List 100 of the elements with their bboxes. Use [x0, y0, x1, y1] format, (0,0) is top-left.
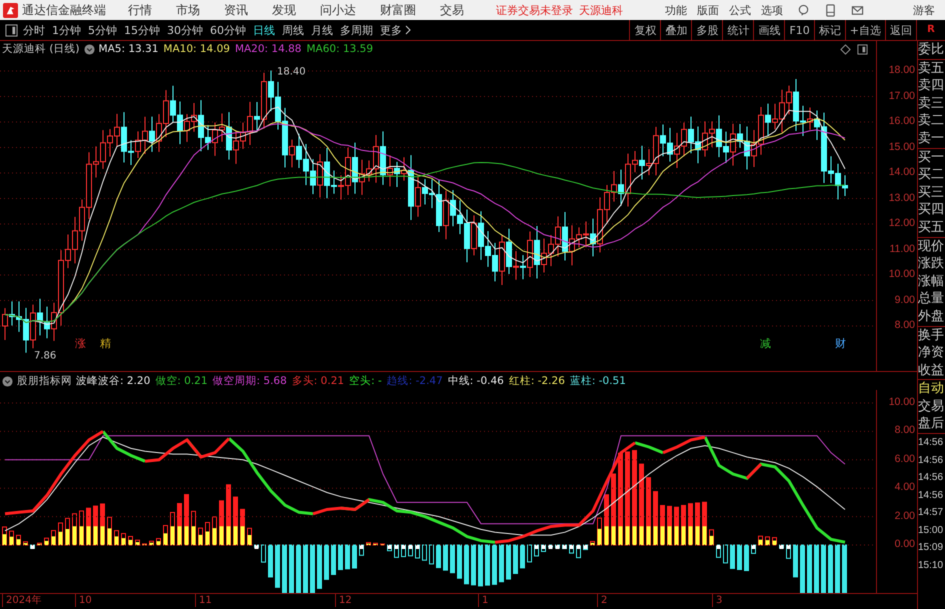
indicator-axis-label: 10.00 — [888, 396, 915, 408]
date-axis-label: 12 — [335, 594, 352, 607]
stock-name: 天源迪科 — [579, 2, 623, 18]
period-tab[interactable]: 月线 — [311, 22, 333, 38]
period-tab[interactable]: 5分钟 — [88, 22, 117, 38]
app-name: 通达信金融终端 — [22, 2, 106, 18]
menu-item[interactable]: 发现 — [272, 2, 296, 18]
diamond-icon[interactable] — [840, 44, 851, 54]
phone-icon[interactable] — [824, 4, 837, 16]
menu-item[interactable]: 公式 — [729, 2, 751, 18]
period-tab[interactable]: 1分钟 — [52, 22, 81, 38]
event-mark[interactable]: 涨 — [75, 337, 86, 350]
period-tab[interactable]: 15分钟 — [124, 22, 160, 38]
user-name[interactable]: 游客 — [913, 2, 935, 18]
menu-item[interactable]: 市场 — [176, 2, 200, 18]
price-axis-label: 13.00 — [888, 192, 915, 204]
quote-label: 卖四 — [918, 77, 945, 95]
menu-item[interactable]: 选项 — [761, 2, 783, 18]
trade-time: 14:56 — [918, 454, 944, 468]
quote-label: 收益 — [918, 362, 945, 380]
moving-average-value: MA20: 14.88 — [234, 43, 302, 55]
moving-average-value: MA10: 14.09 — [163, 43, 230, 55]
period-tab[interactable]: 多周期 — [340, 22, 373, 38]
quote-label: 涨幅 — [918, 272, 945, 290]
moving-average-value: MA5: 13.31 — [98, 43, 158, 55]
indicator-value: 空头: - — [349, 374, 382, 388]
chat-icon[interactable] — [797, 4, 810, 16]
period-tab[interactable]: 日线 — [253, 22, 275, 38]
date-axis-label: 3 — [712, 594, 722, 607]
date-axis-label: 10 — [75, 594, 92, 607]
moving-average-value: MA60: 13.59 — [306, 43, 374, 55]
menu-item[interactable]: 财富圈 — [380, 2, 416, 18]
indicator-value: 做空周期: 5.68 — [212, 374, 287, 388]
quote-label: 涨跌 — [918, 255, 945, 273]
menu-item[interactable]: 版面 — [697, 2, 719, 18]
date-axis-label: 1 — [478, 594, 488, 607]
quote-label: 换手 — [918, 326, 945, 344]
period-tab[interactable]: 周线 — [282, 22, 304, 38]
panel-toggle-icon[interactable] — [5, 24, 18, 36]
indicator-value: 中线: -0.46 — [448, 374, 504, 388]
menu-item[interactable]: 资讯 — [224, 2, 248, 18]
chevron-right-icon[interactable] — [405, 25, 411, 35]
indicator-value: 红柱: -2.26 — [508, 374, 565, 388]
price-axis-label: 12.00 — [888, 217, 915, 229]
indicator-value: 波峰波谷: 2.20 — [76, 374, 150, 388]
menu-item[interactable]: 功能 — [665, 2, 687, 18]
trade-time: 14:56 — [918, 471, 944, 486]
event-mark[interactable]: 减 — [760, 337, 771, 350]
indicator-value: 做空: 0.21 — [155, 374, 208, 388]
menu-item[interactable]: 行情 — [128, 2, 152, 18]
quote-label: 总量 — [918, 290, 945, 308]
indicator-axis-label: 0.00 — [894, 538, 915, 550]
trade-time: 14:56 — [918, 436, 944, 450]
price-axis-label: 17.00 — [888, 90, 915, 102]
quote-label: 买二 — [918, 166, 945, 184]
indicator-axis-label: 6.00 — [894, 452, 915, 465]
quote-label: 买五 — [918, 218, 945, 237]
trade-time: 14:57 — [918, 506, 944, 520]
event-mark[interactable]: 财 — [835, 337, 846, 350]
quote-label: 现价 — [918, 238, 945, 256]
trade-time: 14:56 — [918, 488, 944, 503]
dropdown-icon[interactable] — [84, 44, 95, 54]
panel-toggle-icon[interactable] — [857, 44, 868, 54]
date-axis-label: 2024年 — [2, 594, 42, 607]
dropdown-icon[interactable] — [2, 376, 13, 386]
period-tab[interactable]: 60分钟 — [210, 22, 246, 38]
status-label: 交易 — [918, 398, 945, 416]
mail-icon[interactable] — [851, 4, 864, 16]
indicator-axis-label: 2.00 — [894, 510, 915, 522]
indicator-value: 趋线: -2.47 — [386, 374, 443, 388]
quote-label: 买一 — [918, 148, 945, 166]
date-axis-label: 11 — [195, 594, 212, 607]
trade-time: 15:09 — [918, 541, 944, 556]
date-axis-label: 2 — [597, 594, 608, 607]
quote-label: 净资 — [918, 344, 945, 362]
high-price-label: 18.40 — [277, 66, 306, 78]
price-axis-label: 9.00 — [894, 294, 915, 306]
menu-item[interactable]: 交易 — [440, 2, 464, 18]
quote-label: 卖五 — [918, 60, 945, 78]
indicator-value: 多头: 0.21 — [292, 374, 344, 388]
price-axis-label: 14.00 — [888, 166, 915, 178]
period-tab[interactable]: 更多 — [380, 22, 402, 38]
corner-mark: R — [916, 20, 945, 40]
price-axis-label: 10.00 — [888, 268, 915, 280]
quote-label: 卖二 — [918, 112, 945, 130]
period-tab[interactable]: 分时 — [23, 22, 45, 38]
quote-label: 买四 — [918, 201, 945, 219]
login-status[interactable]: 证券交易未登录 — [496, 2, 573, 18]
trade-time: 15:00 — [918, 524, 944, 538]
period-tab[interactable]: 30分钟 — [167, 22, 203, 38]
price-axis-label: 18.00 — [888, 64, 915, 76]
trade-time: 15:10 — [918, 558, 944, 573]
quote-label: 卖三 — [918, 94, 945, 112]
indicator-axis-label: 8.00 — [894, 424, 915, 436]
menu-item[interactable]: 问小达 — [320, 2, 356, 18]
mode-label[interactable]: 自动 — [918, 380, 945, 398]
indicator-name: 股朋指标网 — [17, 374, 72, 388]
event-mark[interactable]: 精 — [100, 337, 111, 350]
price-axis-label: 16.00 — [888, 115, 915, 127]
quote-label: 委比 — [918, 41, 945, 59]
